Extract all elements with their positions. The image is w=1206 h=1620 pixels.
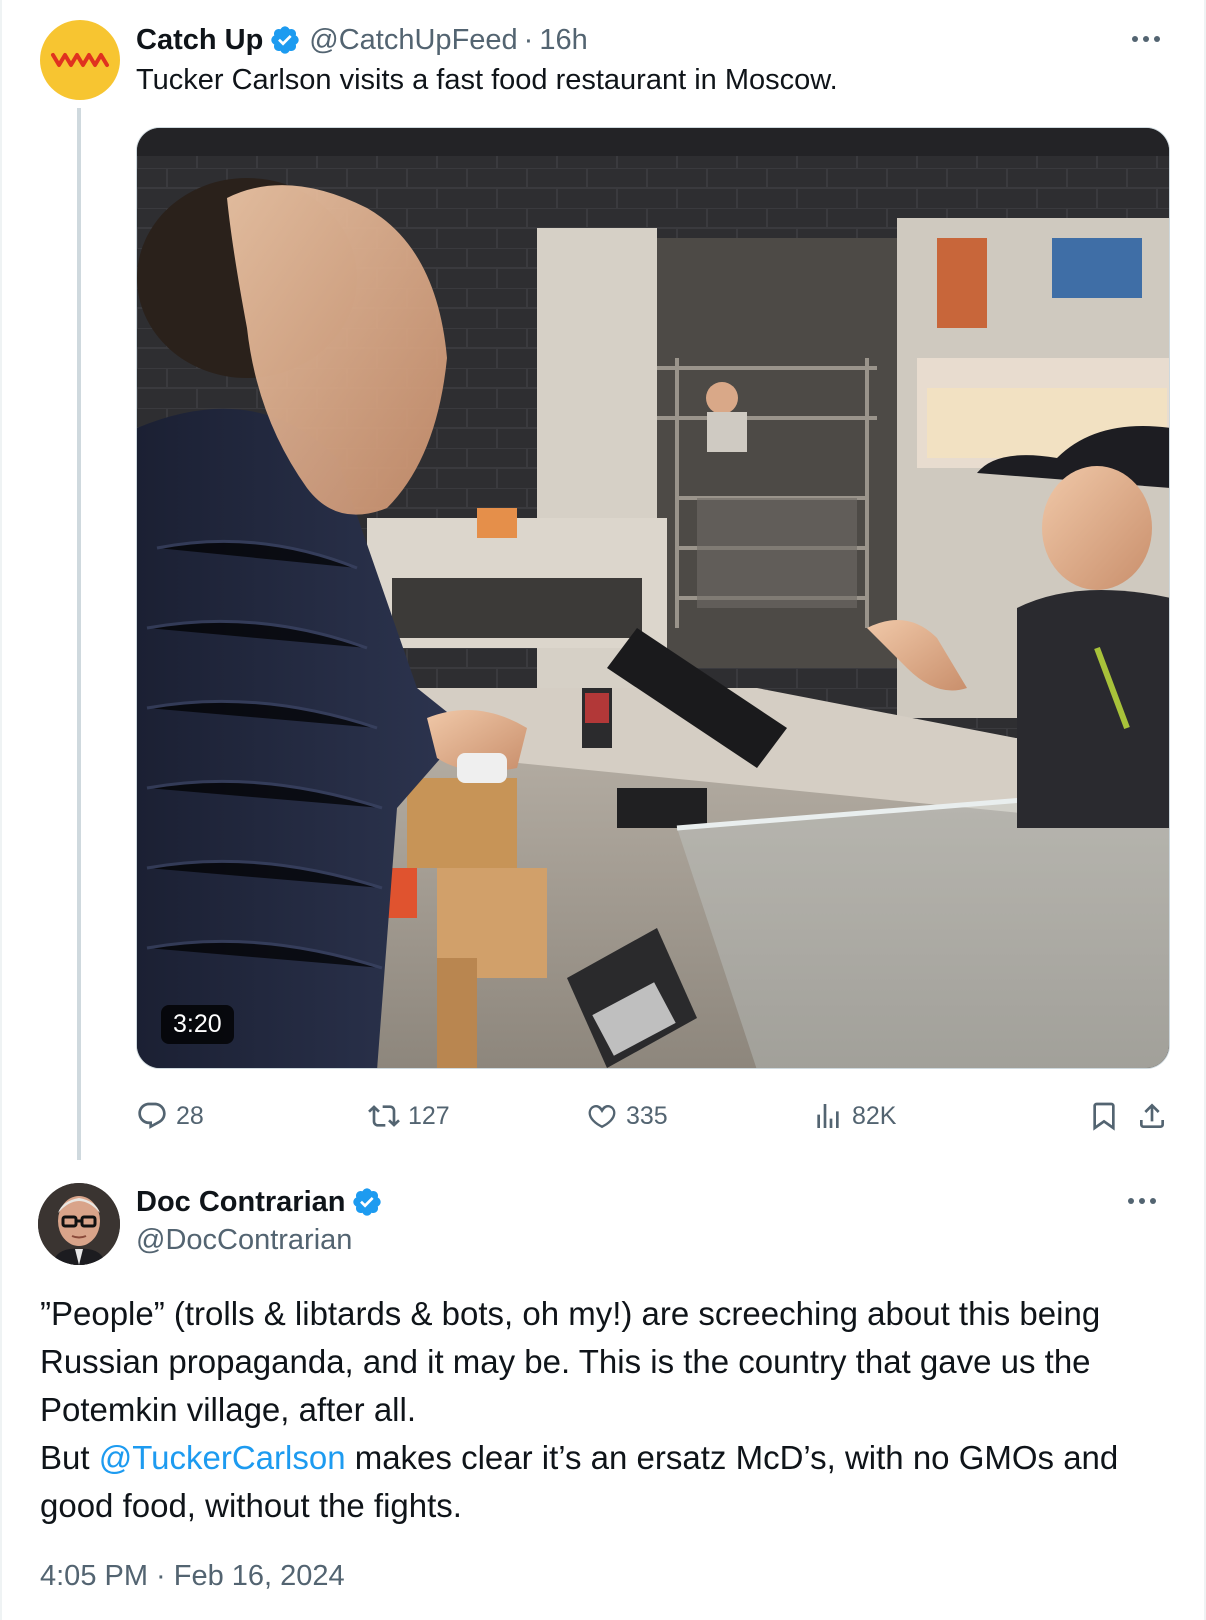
doc-contrarian-avatar[interactable]	[38, 1183, 120, 1265]
text-line: Russian propaganda, and it may be. This …	[40, 1343, 1091, 1380]
catchup-avatar[interactable]	[40, 20, 120, 100]
views-icon	[817, 1104, 839, 1128]
share-button[interactable]	[1132, 1096, 1172, 1136]
author-handle[interactable]: @DocContrarian	[136, 1224, 352, 1257]
catchup-logo-icon	[51, 53, 109, 67]
reply-button[interactable]: 28	[136, 1096, 204, 1136]
main-tweet-text: ”People” (trolls & libtards & bots, oh m…	[40, 1290, 1180, 1530]
tweet-timestamp[interactable]: 4:05 PM · Feb 16, 2024	[40, 1560, 345, 1593]
like-icon	[588, 1105, 616, 1129]
text-line: But @TuckerCarlson makes clear it’s an e…	[40, 1434, 1180, 1482]
text-line: Potemkin village, after all.	[40, 1391, 417, 1428]
author-name[interactable]: Doc Contrarian	[136, 1186, 345, 1219]
tweet-age[interactable]: 16h	[539, 24, 587, 57]
profile-photo	[38, 1183, 120, 1265]
verified-badge-icon	[271, 26, 299, 54]
parent-tweet-header: Catch Up @CatchUpFeed · 16h	[136, 18, 588, 62]
author-name[interactable]: Catch Up	[136, 24, 263, 57]
tweet-text: Tucker Carlson visits a fast food restau…	[136, 64, 838, 96]
views-count: 82K	[852, 1101, 897, 1130]
timeline-frame: Catch Up @CatchUpFeed · 16h Tucker Carls…	[0, 0, 1206, 1620]
video-duration-badge: 3:20	[161, 1005, 234, 1044]
author-handle[interactable]: @CatchUpFeed	[309, 24, 517, 57]
more-options-button[interactable]	[1120, 1186, 1164, 1216]
like-button[interactable]: 335	[586, 1096, 668, 1136]
tweet-action-bar: 28 127 335 82K	[136, 1096, 1176, 1136]
parent-tweet[interactable]: Catch Up @CatchUpFeed · 16h Tucker Carls…	[2, 0, 1206, 1160]
text-fragment: But	[40, 1439, 99, 1476]
reply-count: 28	[176, 1101, 204, 1130]
bookmark-button[interactable]	[1084, 1096, 1124, 1136]
views-button[interactable]: 82K	[812, 1096, 896, 1136]
video-player[interactable]: 3:20	[136, 127, 1170, 1069]
text-line: good food, without the fights.	[40, 1487, 462, 1524]
mention-link[interactable]: @TuckerCarlson	[99, 1439, 346, 1476]
dot-separator: ·	[523, 23, 534, 56]
main-tweet-name-row: Doc Contrarian	[136, 1180, 391, 1224]
text-fragment: makes clear it’s an ersatz McD’s, with n…	[345, 1439, 1119, 1476]
like-count: 335	[626, 1101, 668, 1130]
repost-icon	[368, 1105, 400, 1127]
share-icon	[1140, 1103, 1164, 1128]
repost-count: 127	[408, 1101, 450, 1130]
text-line: ”People” (trolls & libtards & bots, oh m…	[40, 1295, 1101, 1332]
more-options-button[interactable]	[1124, 24, 1168, 54]
verified-badge-icon	[353, 1188, 382, 1216]
repost-button[interactable]: 127	[368, 1096, 450, 1136]
bookmark-icon	[1093, 1102, 1115, 1131]
thread-connector-line	[77, 108, 81, 1160]
reply-icon	[138, 1102, 166, 1129]
more-icon	[1128, 1198, 1156, 1204]
more-icon	[1132, 36, 1160, 42]
video-thumbnail	[137, 128, 1169, 1068]
